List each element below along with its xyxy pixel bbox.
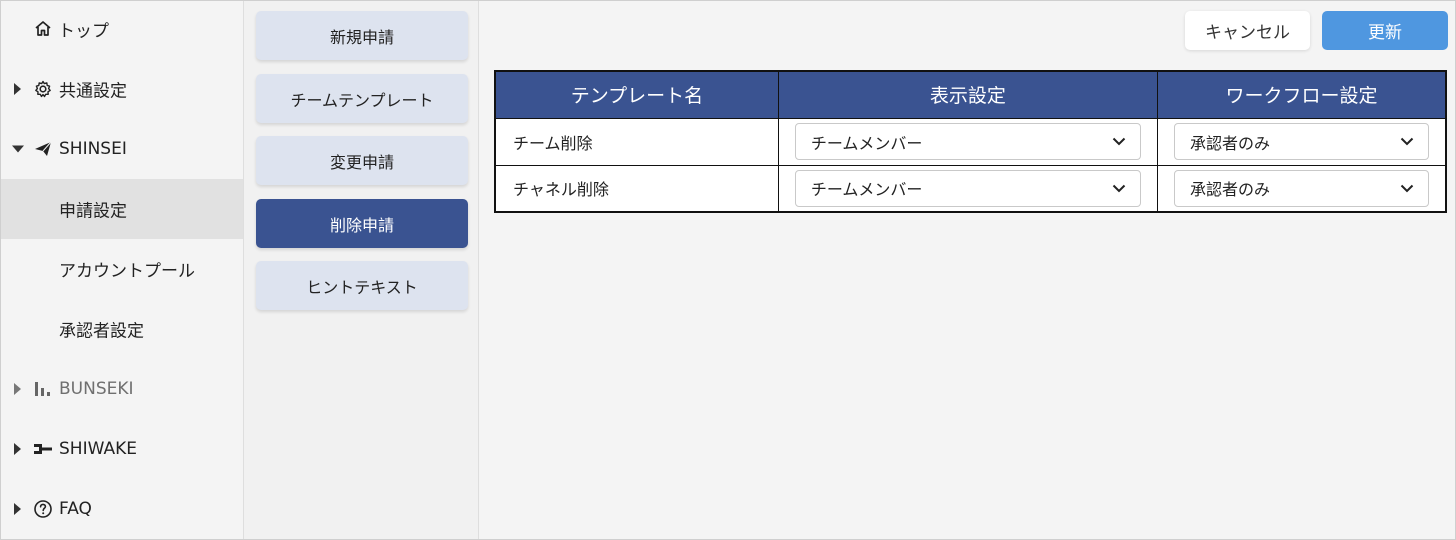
workflow-setting-select[interactable]: 承認者のみ (1174, 169, 1429, 207)
table-row: チャネル削除 チームメンバー 承認者のみ (494, 164, 1447, 213)
display-setting-cell: チームメンバー (777, 117, 1159, 166)
chevron-down-icon (12, 145, 24, 153)
display-setting-select[interactable]: チームメンバー (794, 169, 1142, 207)
paper-plane-icon (33, 139, 53, 159)
workflow-setting-cell: 承認者のみ (1157, 164, 1447, 213)
chevron-down-icon (1400, 184, 1414, 193)
template-name-cell: チーム削除 (494, 117, 779, 166)
sidebar-item-label: BUNSEKI (59, 379, 134, 399)
table-row: チーム削除 チームメンバー 承認者のみ (494, 117, 1447, 166)
sidebar-item-common-settings[interactable]: 共通設定 (1, 59, 243, 119)
sidebar-item-label: SHIWAKE (59, 439, 137, 459)
column-header-display-settings: 表示設定 (777, 70, 1159, 119)
chevron-right-icon (14, 83, 21, 95)
sidebar-item-label: 承認者設定 (59, 321, 144, 342)
home-icon (33, 19, 53, 39)
sidebar-item-label: トップ (58, 21, 109, 42)
cancel-button[interactable]: キャンセル (1185, 11, 1310, 50)
sidebar-item-top[interactable]: トップ (1, 1, 243, 57)
select-value: 承認者のみ (1190, 180, 1271, 200)
question-circle-icon (33, 499, 53, 519)
sidebar-item-label: アカウントプール (59, 261, 195, 282)
sidebar-item-application-settings[interactable]: 申請設定 (1, 179, 243, 239)
change-application-button[interactable]: 変更申請 (256, 136, 468, 185)
workflow-setting-cell: 承認者のみ (1157, 117, 1447, 166)
delete-application-button[interactable]: 削除申請 (256, 199, 468, 248)
chevron-right-icon (14, 383, 21, 395)
sidebar-item-faq[interactable]: FAQ (1, 479, 243, 539)
sidebar-item-shinsei[interactable]: SHINSEI (1, 119, 243, 179)
chevron-down-icon (1112, 137, 1126, 146)
application-type-menu: 新規申請 チームテンプレート 変更申請 削除申請 ヒントテキスト (244, 1, 479, 539)
bar-chart-icon (33, 379, 53, 399)
display-setting-cell: チームメンバー (777, 164, 1159, 213)
sidebar-item-account-pool[interactable]: アカウントプール (1, 239, 243, 299)
workflow-setting-select[interactable]: 承認者のみ (1174, 123, 1429, 160)
sidebar-item-label: FAQ (59, 499, 92, 519)
table-header-row: テンプレート名 表示設定 ワークフロー設定 (494, 70, 1447, 119)
sidebar-item-label: SHINSEI (59, 139, 127, 159)
sidebar-item-bunseki[interactable]: BUNSEKI (1, 359, 243, 419)
column-header-template-name: テンプレート名 (494, 70, 779, 119)
sidebar-item-shiwake[interactable]: SHIWAKE (1, 419, 243, 479)
select-value: 承認者のみ (1190, 133, 1271, 153)
display-setting-select[interactable]: チームメンバー (794, 123, 1142, 160)
template-table: テンプレート名 表示設定 ワークフロー設定 チーム削除 チームメンバー 承認者の… (494, 70, 1447, 213)
chevron-down-icon (1112, 184, 1126, 193)
select-value: チームメンバー (810, 133, 923, 153)
chevron-down-icon (1400, 137, 1414, 146)
gear-icon (33, 79, 53, 99)
sidebar-item-approver-settings[interactable]: 承認者設定 (1, 299, 243, 359)
new-application-button[interactable]: 新規申請 (256, 11, 468, 60)
hint-text-button[interactable]: ヒントテキスト (256, 261, 468, 310)
sidebar-item-label: 共通設定 (59, 81, 127, 102)
app-window: トップ 共通設定 SHINSEI 申請設定 アカウントプール 承認者設定 BUN… (0, 0, 1456, 540)
template-name-cell: チャネル削除 (494, 164, 779, 213)
sidebar: トップ 共通設定 SHINSEI 申請設定 アカウントプール 承認者設定 BUN… (1, 1, 244, 539)
main-content: キャンセル 更新 テンプレート名 表示設定 ワークフロー設定 チーム削除 チーム… (479, 1, 1456, 539)
chevron-right-icon (14, 443, 21, 455)
column-header-workflow-settings: ワークフロー設定 (1157, 70, 1447, 119)
update-button[interactable]: 更新 (1322, 11, 1448, 50)
select-value: チームメンバー (810, 180, 923, 200)
sidebar-item-label: 申請設定 (59, 201, 127, 222)
sort-icon (33, 439, 53, 459)
chevron-right-icon (14, 503, 21, 515)
team-template-button[interactable]: チームテンプレート (256, 74, 468, 123)
